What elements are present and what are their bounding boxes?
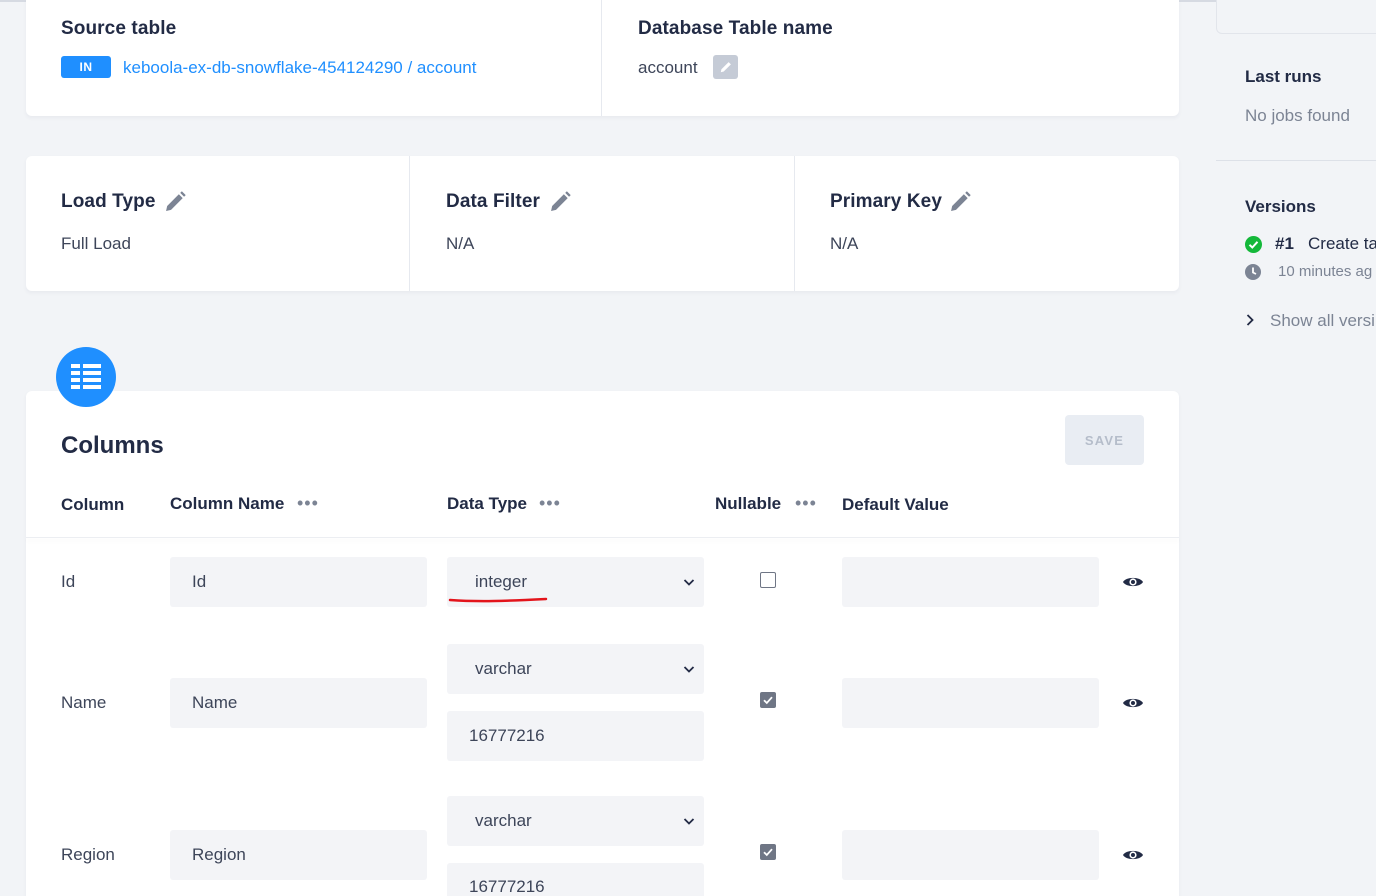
columns-title: Columns	[61, 432, 164, 459]
row-column-label: Id	[61, 572, 76, 591]
load-type-label: Load Type	[61, 191, 156, 212]
column-name-input[interactable]: Region	[170, 830, 427, 880]
database-table-name-label: Database Table name	[638, 18, 833, 39]
data-type-menu-icon[interactable]: •••	[539, 493, 561, 514]
data-filter-label: Data Filter	[446, 191, 541, 212]
source-table-link[interactable]: keboola-ex-db-snowflake-454124290 / acco…	[123, 58, 476, 78]
header-divider	[26, 537, 1179, 538]
header-nullable: Nullable	[715, 494, 782, 513]
chevron-down-icon	[683, 818, 695, 825]
save-button[interactable]: SAVE	[1065, 415, 1144, 465]
checkmark-icon	[763, 848, 773, 857]
data-type-select[interactable]: varchar	[447, 796, 704, 846]
pencil-icon	[720, 62, 731, 73]
show-all-versions-link[interactable]: Show all versi	[1270, 311, 1376, 331]
default-value-input[interactable]	[842, 557, 1099, 607]
checkmark-icon	[763, 696, 773, 705]
header-column-name: Column Name	[170, 494, 285, 513]
length-input[interactable]: 16777216	[447, 863, 704, 896]
last-runs-label: Last runs	[1245, 67, 1322, 86]
check-circle-icon	[1245, 236, 1262, 253]
load-type-value: Full Load	[61, 234, 131, 253]
eye-icon[interactable]	[1122, 695, 1144, 711]
nullable-menu-icon[interactable]: •••	[795, 493, 817, 514]
version-number[interactable]: #1	[1275, 234, 1294, 254]
row-column-label: Name	[61, 693, 107, 712]
eye-icon[interactable]	[1122, 847, 1144, 863]
default-value-input[interactable]	[842, 830, 1099, 880]
column-name-input[interactable]: Name	[170, 678, 427, 728]
header-data-type: Data Type	[447, 494, 527, 513]
card-divider	[601, 0, 602, 116]
card-divider	[409, 156, 410, 291]
data-filter-value: N/A	[446, 234, 475, 253]
columns-card: Columns SAVE Column Column Name ••• Data…	[26, 391, 1179, 896]
source-destination-card: Source table IN keboola-ex-db-snowflake-…	[26, 0, 1179, 116]
primary-key-value: N/A	[830, 234, 859, 253]
edit-data-filter-pencil-icon[interactable]	[549, 191, 571, 213]
edit-load-type-pencil-icon[interactable]	[164, 191, 186, 213]
clock-icon	[1245, 264, 1261, 280]
table-columns-icon	[56, 347, 116, 407]
header-column: Column	[61, 495, 125, 514]
chevron-right-icon	[1246, 314, 1254, 326]
row-column-label: Region	[61, 845, 115, 864]
nullable-checkbox[interactable]	[760, 572, 776, 588]
column-name-input[interactable]: Id	[170, 557, 427, 607]
chevron-down-icon	[683, 579, 695, 586]
primary-key-label: Primary Key	[830, 191, 943, 212]
in-badge: IN	[61, 56, 111, 78]
last-runs-value: No jobs found	[1245, 106, 1350, 125]
nullable-checkbox[interactable]	[760, 692, 776, 708]
version-description[interactable]: Create ta	[1308, 234, 1376, 254]
nullable-checkbox[interactable]	[760, 844, 776, 860]
source-table-label: Source table	[61, 18, 177, 39]
header-default-value: Default Value	[842, 495, 949, 514]
load-settings-card: Load Type Full Load Data Filter N/A Prim…	[26, 156, 1179, 291]
length-input[interactable]: 16777216	[447, 711, 704, 761]
table-icon	[71, 364, 101, 389]
column-name-menu-icon[interactable]: •••	[297, 493, 319, 514]
data-type-select[interactable]: varchar	[447, 644, 704, 694]
version-time: 10 minutes ag	[1278, 263, 1373, 280]
database-table-name-value: account	[638, 58, 698, 77]
data-type-selected-value: varchar	[475, 659, 532, 678]
versions-label: Versions	[1245, 197, 1316, 216]
red-underline-annotation	[448, 597, 548, 603]
edit-table-name-button[interactable]	[713, 55, 738, 79]
sidebar-divider	[1216, 160, 1376, 161]
data-type-selected-value: varchar	[475, 811, 532, 830]
data-type-selected-value: integer	[475, 572, 527, 591]
chevron-down-icon	[683, 666, 695, 673]
sidebar-top-card	[1216, 0, 1376, 34]
eye-icon[interactable]	[1122, 574, 1144, 590]
card-divider	[794, 156, 795, 291]
default-value-input[interactable]	[842, 678, 1099, 728]
edit-primary-key-pencil-icon[interactable]	[949, 191, 971, 213]
